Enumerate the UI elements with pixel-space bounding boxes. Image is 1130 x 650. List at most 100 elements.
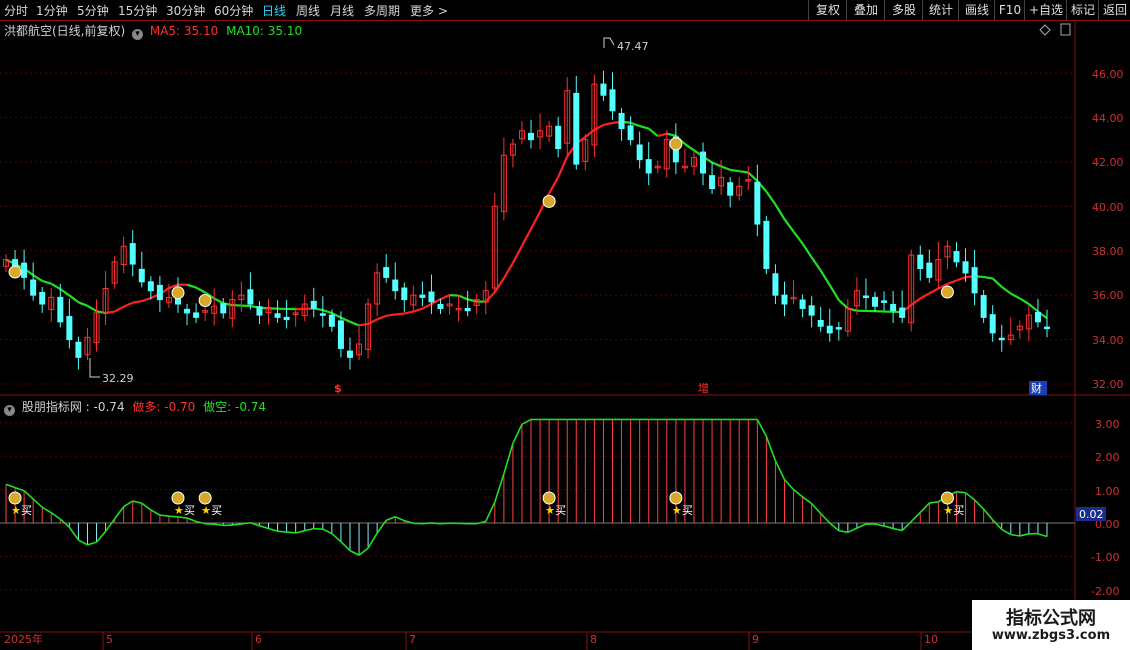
moving-average-segment (557, 155, 569, 178)
candle-body (147, 281, 154, 292)
candle-body (962, 261, 969, 274)
statistics-button[interactable]: 统计 (922, 0, 959, 20)
moving-average-segment (566, 143, 578, 157)
time-label: 9 (752, 633, 759, 646)
money-bag-icon (542, 194, 556, 208)
current-value-badge (1076, 507, 1106, 521)
indicator-line (422, 522, 432, 525)
candle-body (156, 284, 163, 301)
candle-body (220, 303, 227, 314)
candle-body (102, 287, 109, 314)
period-tab-1min[interactable]: 1分钟 (36, 2, 68, 19)
period-tab-60min[interactable]: 60分钟 (214, 2, 253, 19)
moving-average-segment (313, 307, 324, 312)
candle-body (12, 259, 19, 269)
candle-body (890, 303, 897, 312)
moving-average-segment (693, 149, 704, 158)
multi-stock-button[interactable]: 多股 (884, 0, 923, 20)
indicator-line (214, 523, 224, 527)
indicator-y-label: 2.00 (1095, 451, 1120, 464)
overlay-button[interactable]: 叠加 (846, 0, 885, 20)
indicator-line (485, 501, 496, 522)
time-label: 6 (255, 633, 262, 646)
candle-body (546, 125, 553, 137)
stock-chart[interactable]: ★ 买 ★ 买 ★ 买 ★ 买 ★ 买 ★ 买 46.00 44.00 42.00 40.00 38.… (0, 0, 1130, 650)
indicator-line (159, 514, 170, 518)
candle-body (328, 314, 335, 327)
panel-toggle-icon[interactable] (1060, 23, 1071, 36)
chevron-down-icon[interactable]: ▾ (132, 29, 144, 40)
draw-line-button[interactable]: 画线 (958, 0, 995, 20)
indicator-line (901, 520, 912, 532)
candle-body (1034, 311, 1041, 323)
event-marker-finance[interactable]: 财 (1031, 381, 1042, 395)
indicator-y-label: 1.00 (1095, 485, 1120, 498)
indicator-line (756, 419, 768, 437)
moving-average-segment (657, 132, 668, 138)
period-tab-multi[interactable]: 多周期 (364, 2, 400, 19)
indicator-line (250, 521, 260, 527)
candle-body (184, 308, 191, 314)
moving-average-segment (430, 298, 442, 305)
back-button[interactable]: 返回 (1098, 0, 1130, 20)
indicator-long-label: 做多: -0.70 (132, 400, 196, 414)
add-watchlist-button[interactable]: +自选 (1024, 0, 1067, 20)
indicator-line (150, 509, 161, 516)
candle-body (491, 205, 498, 289)
moving-average-segment (5, 258, 16, 266)
moving-average-segment (956, 276, 966, 282)
moving-average-segment (1028, 303, 1039, 313)
period-tab-daily[interactable]: 日线 (262, 2, 286, 19)
indicator-line (929, 501, 939, 504)
restore-rights-button[interactable]: 复权 (808, 0, 847, 20)
chevron-down-icon[interactable]: ▾ (4, 405, 15, 416)
money-bag-icon (542, 491, 556, 505)
indicator-line (23, 490, 34, 500)
candle-body (84, 336, 91, 356)
indicator-line (512, 423, 523, 444)
diamond-icon[interactable] (1039, 24, 1051, 36)
indicator-line (41, 506, 52, 514)
buy-star-icon: ★ (672, 504, 682, 517)
period-tab-15min[interactable]: 15分钟 (118, 2, 157, 19)
event-marker-dividend[interactable]: $ (334, 382, 342, 395)
candle-body (66, 315, 73, 341)
moving-average-segment (739, 170, 749, 174)
period-tab-more[interactable]: 更多 > (410, 2, 448, 19)
period-tab-5min[interactable]: 5分钟 (77, 2, 109, 19)
indicator-line (123, 500, 134, 508)
event-marker-increase[interactable]: 增 (698, 381, 709, 395)
money-bag-icon (669, 137, 683, 151)
candle-body (265, 307, 272, 313)
candle-body (672, 136, 679, 163)
moving-average-segment (413, 307, 423, 313)
moving-average-segment (530, 211, 542, 230)
moving-average-segment (467, 298, 477, 303)
candle-body (256, 306, 263, 316)
moving-average-segment (810, 256, 822, 272)
moving-average-segment (421, 303, 432, 310)
moving-average-segment (86, 304, 98, 313)
period-tab-weekly[interactable]: 周线 (296, 2, 320, 19)
mark-button[interactable]: 标记 (1066, 0, 1099, 20)
candle-body (917, 254, 924, 269)
period-tab-30min[interactable]: 30分钟 (166, 2, 205, 19)
moving-average-segment (250, 304, 260, 309)
price-label: 32.00 (1092, 378, 1124, 391)
money-bag-icon (669, 491, 683, 505)
indicator-line (68, 526, 80, 541)
candle-body (229, 299, 236, 319)
moving-average-segment (919, 292, 930, 300)
indicator-line (205, 522, 215, 525)
indicator-line (286, 531, 296, 534)
candle-body (645, 159, 652, 174)
price-label: 40.00 (1092, 201, 1124, 214)
candle-body (446, 303, 453, 307)
ma5-label: MA5: 35.10 (149, 24, 219, 38)
period-tab-monthly[interactable]: 月线 (330, 2, 354, 19)
period-tab-timeshare[interactable]: 分时 (4, 2, 28, 19)
f10-button[interactable]: F10 (994, 0, 1025, 20)
money-bag-icon (171, 491, 185, 505)
moving-average-segment (493, 277, 505, 293)
moving-average-segment (774, 203, 786, 220)
